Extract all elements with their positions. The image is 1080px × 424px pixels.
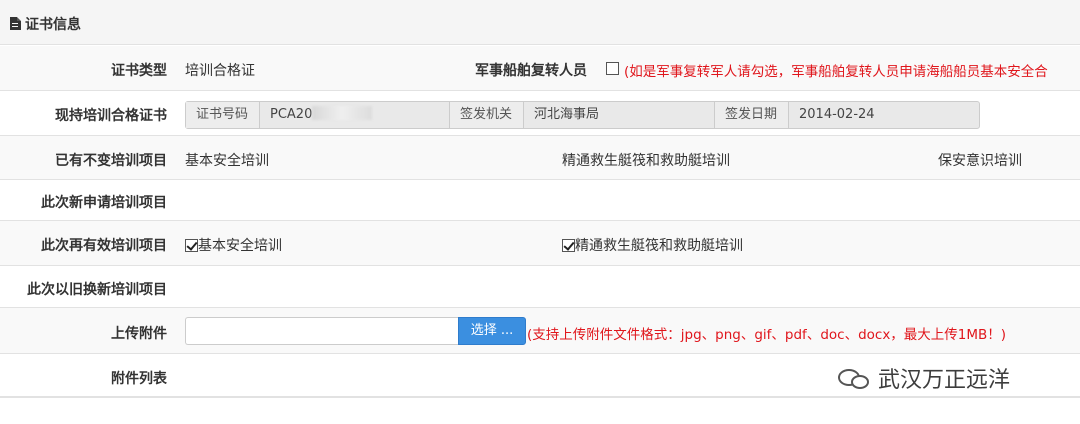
existing-items-label: 已有不变培训项目	[55, 153, 167, 169]
revalidate-option[interactable]: 精通救生艇筏和救助艇培训	[562, 235, 743, 255]
cert-number-field[interactable]: PCA20	[260, 102, 450, 128]
military-checkbox[interactable]	[606, 62, 619, 75]
row-upload: 上传附件 选择 ... (支持上传附件文件格式：jpg、png、gif、pdf、…	[0, 308, 1080, 354]
revalidate-label: 此次再有效培训项目	[41, 238, 167, 254]
revalidate-option-label: 基本安全培训	[198, 238, 282, 254]
row-new-apply: 此次新申请培训项目	[0, 180, 1080, 221]
cert-number-value: PCA20	[270, 107, 313, 122]
upload-label: 上传附件	[111, 326, 167, 342]
attachments-label: 附件列表	[111, 371, 167, 387]
row-cert-type: 证书类型 培训合格证 军事船舶复转人员 (如是军事复转军人请勾选，军事船舶复转人…	[0, 46, 1080, 91]
document-icon	[10, 17, 21, 30]
issue-date-field[interactable]: 2014-02-24	[789, 102, 979, 128]
existing-item: 保安意识培训	[938, 153, 1022, 169]
authority-field[interactable]: 河北海事局	[524, 102, 715, 128]
military-hint: (如是军事复转军人请勾选，军事船舶复转人员申请海船船员基本安全合	[624, 64, 1048, 80]
panel-title: 证书信息	[10, 14, 81, 34]
military-label: 军事船舶复转人员	[475, 63, 587, 79]
panel-header: 证书信息	[0, 0, 1080, 45]
replace-label: 此次以旧换新培训项目	[27, 282, 167, 298]
row-existing-items: 已有不变培训项目 基本安全培训 精通救生艇筏和救助艇培训 保安意识培训	[0, 136, 1080, 180]
row-current-cert: 现持培训合格证书 证书号码 PCA20 签发机关 河北海事局 签发日期 2014…	[0, 91, 1080, 136]
cert-type-label: 证书类型	[111, 63, 167, 79]
watermark: 武汉万正远洋	[838, 362, 1010, 394]
existing-item: 精通救生艇筏和救助艇培训	[562, 153, 730, 169]
panel-title-text: 证书信息	[25, 17, 81, 33]
row-revalidate: 此次再有效培训项目 基本安全培训 精通救生艇筏和救助艇培训	[0, 221, 1080, 266]
upload-hint: (支持上传附件文件格式：jpg、png、gif、pdf、doc、docx，最大上…	[527, 327, 1007, 343]
authority-label: 签发机关	[450, 102, 524, 128]
choose-file-button[interactable]: 选择 ...	[458, 317, 526, 345]
redacted-blur	[312, 106, 373, 120]
current-cert-label: 现持培训合格证书	[55, 108, 167, 124]
revalidate-checkbox[interactable]	[185, 239, 198, 252]
row-replace: 此次以旧换新培训项目	[0, 266, 1080, 308]
cert-type-value: 培训合格证	[185, 63, 255, 79]
revalidate-checkbox[interactable]	[562, 239, 575, 252]
revalidate-option-label: 精通救生艇筏和救助艇培训	[575, 238, 743, 254]
existing-item: 基本安全培训	[185, 153, 269, 169]
cert-number-label: 证书号码	[186, 102, 260, 128]
new-apply-label: 此次新申请培训项目	[41, 195, 167, 211]
file-path-input[interactable]	[185, 317, 458, 345]
current-cert-group: 证书号码 PCA20 签发机关 河北海事局 签发日期 2014-02-24	[185, 101, 980, 129]
issue-date-label: 签发日期	[715, 102, 789, 128]
revalidate-option[interactable]: 基本安全培训	[185, 235, 282, 255]
wechat-logo-icon	[838, 367, 872, 391]
watermark-text: 武汉万正远洋	[878, 368, 1011, 393]
